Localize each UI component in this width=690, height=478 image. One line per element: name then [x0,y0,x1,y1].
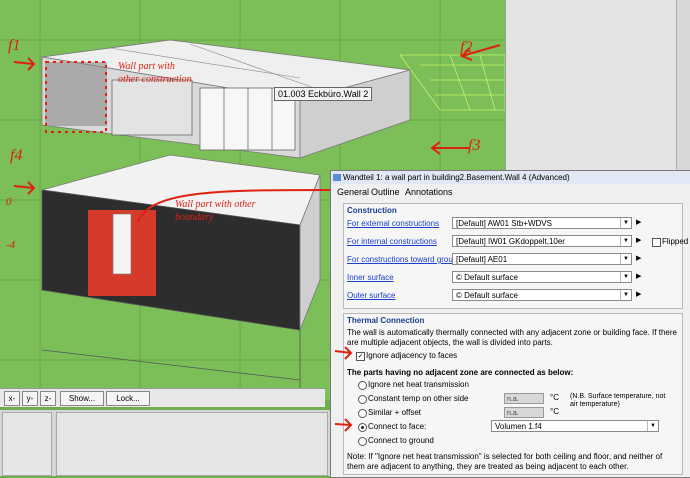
wall-tooltip: 01.003 Eckbüro.Wall 2 [274,87,373,101]
external-constructions-select[interactable]: [Default] AW01 Stb+WDVS ▼ [452,217,632,229]
arrow-right-icon[interactable]: ▶ [636,236,642,246]
thermal-footnote: Note: If "Ignore net heat transmission" … [347,452,663,471]
wall-part-dialog: Wandteil 1: a wall part in building2.Bas… [330,170,690,478]
radio-constant-temp[interactable] [358,395,367,404]
ignore-adjacency-label: Ignore adjacency to faces [366,351,458,360]
radio-connect-ground[interactable] [358,437,367,446]
option-constant-temp: Constant temp on other side [368,394,469,403]
view-toolbar: x- y- z- Show... Lock... [0,388,325,407]
external-constructions-link[interactable]: For external constructions [347,219,439,228]
radio-ignore-transmission[interactable] [358,381,367,390]
chevron-down-icon: ▼ [620,272,631,282]
offset-input[interactable]: n.a. [504,407,544,418]
bottom-panel [0,410,330,476]
connect-face-select[interactable]: Volumen 1.f4 ▼ [491,420,659,432]
annotation-f4: f4 [10,147,22,164]
z-minus-button[interactable]: z- [40,391,56,406]
constant-temp-input[interactable]: n.a. [504,393,544,404]
annotation-top-note: Wall part with other construction [118,61,192,85]
annotation-zero: 0 [6,196,12,208]
thermal-description: The wall is automatically thermally conn… [347,328,677,347]
outer-surface-link[interactable]: Outer surface [347,291,395,300]
chevron-down-icon: ▼ [620,236,631,246]
parts-subheading: The parts having no adjacent zone are co… [347,368,574,377]
chevron-down-icon: ▼ [647,421,658,431]
flipped-checkbox[interactable] [652,238,661,247]
right-panel [505,0,690,170]
chevron-down-icon: ▼ [620,218,631,228]
tab-annotations[interactable]: Annotations [405,186,453,198]
ignore-adjacency-checkbox[interactable]: ✓ [356,352,365,361]
construction-heading: Construction [347,206,397,215]
arrow-right-icon[interactable]: ▶ [636,254,642,264]
construction-section: Construction For external constructions … [343,203,688,309]
annotation-bottom-note: Wall part with other boundary [175,199,256,223]
tab-outline[interactable]: Outline [371,186,400,198]
x-minus-button[interactable]: x- [4,391,20,406]
right-scrollbar[interactable] [676,0,690,170]
thermal-heading: Thermal Connection [347,316,425,325]
annotation-f3: f3 [468,137,480,154]
unit-celsius-2: °C [550,407,559,416]
flipped-label: Flipped [662,237,689,246]
dialog-title: Wandteil 1: a wall part in building2.Bas… [343,173,570,182]
option-connect-ground: Connect to ground [368,436,434,445]
option-connect-face: Connect to face: [368,422,427,431]
arrow-right-icon[interactable]: ▶ [636,272,642,282]
arrow-right-icon[interactable]: ▶ [636,290,642,300]
unit-celsius-1: °C [550,393,559,402]
lock-button[interactable]: Lock... [106,391,150,406]
thermal-section: Thermal Connection The wall is automatic… [343,313,683,475]
surface-temp-note: (N.B. Surface temperature, not air tempe… [570,393,666,408]
y-minus-button[interactable]: y- [22,391,38,406]
show-button[interactable]: Show... [60,391,104,406]
annotation-f1: f1 [8,37,20,54]
outer-surface-select[interactable]: © Default surface ▼ [452,289,632,301]
dialog-app-icon [333,174,341,181]
option-ignore-transmission: Ignore net heat transmission [368,380,469,389]
chevron-down-icon: ▼ [620,290,631,300]
arrow-right-icon[interactable]: ▶ [636,218,642,228]
chevron-down-icon: ▼ [620,254,631,264]
inner-surface-link[interactable]: Inner surface [347,273,394,282]
ground-constructions-link[interactable]: For constructions toward ground [347,255,462,264]
radio-similar-offset[interactable] [358,409,367,418]
tab-general[interactable]: General [337,186,369,198]
radio-connect-face[interactable] [358,423,367,432]
internal-constructions-link[interactable]: For internal constructions [347,237,437,246]
option-similar-offset: Similar + offset [368,408,421,417]
bottom-pane-right [56,412,328,476]
ground-constructions-select[interactable]: [Default] AE01 ▼ [452,253,632,265]
bottom-pane-left [2,412,52,476]
internal-constructions-select[interactable]: [Default] IW01 GKdoppelt,10er ▼ [452,235,632,247]
annotation-minus4: -4 [6,239,16,251]
annotation-f2: f2 [460,39,472,56]
inner-surface-select[interactable]: © Default surface ▼ [452,271,632,283]
dialog-titlebar[interactable]: Wandteil 1: a wall part in building2.Bas… [331,171,690,184]
